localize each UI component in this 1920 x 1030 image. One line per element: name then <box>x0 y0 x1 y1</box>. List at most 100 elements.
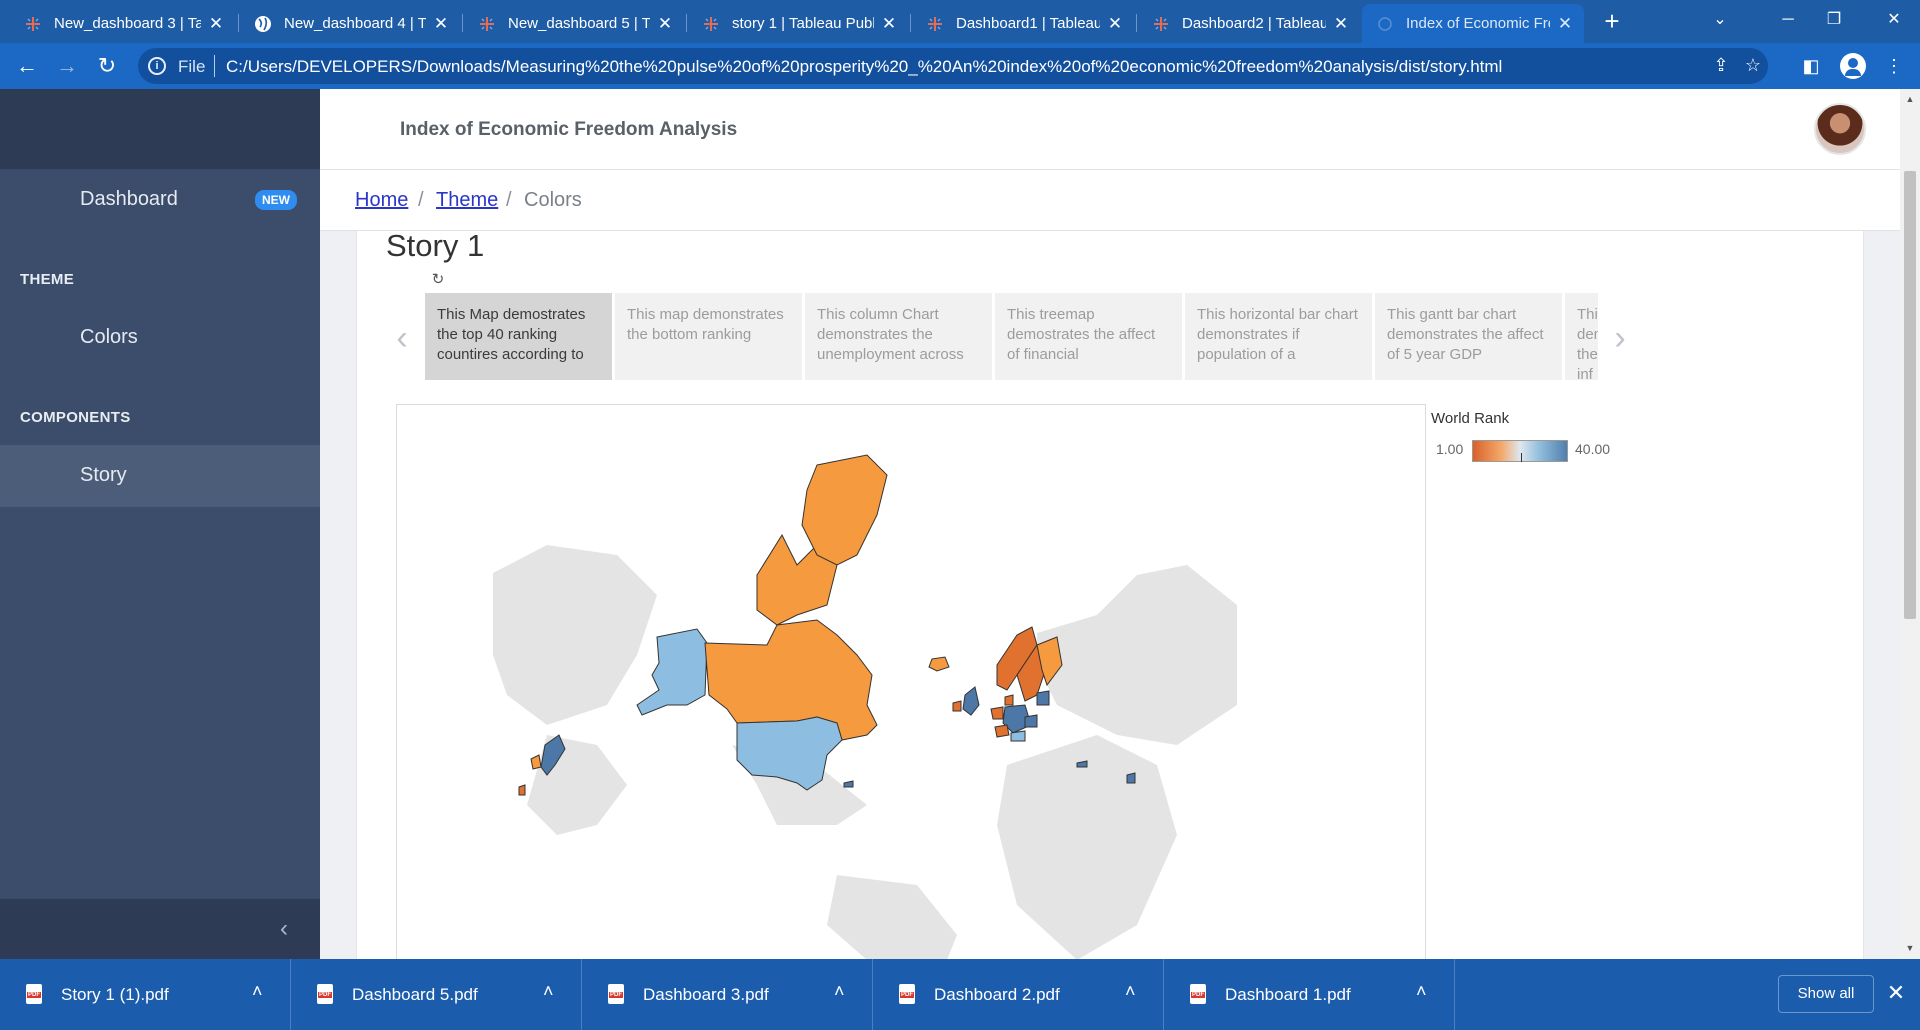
browser-tab[interactable]: Dashboard2 | Tableau ✕ <box>1138 4 1360 43</box>
chevron-up-icon[interactable]: ˄ <box>834 981 845 1002</box>
tableau-icon <box>24 15 42 33</box>
world-rank-map[interactable] <box>396 404 1426 959</box>
revert-icon[interactable]: ↻ <box>430 272 446 288</box>
tableau-icon <box>926 15 944 33</box>
tab-title: New_dashboard 5 | Ta <box>508 15 650 32</box>
breadcrumb: Home / Theme / Colors <box>320 171 1900 231</box>
browser-tab[interactable]: New_dashboard 5 | Ta ✕ <box>464 4 684 43</box>
download-filename: Dashboard 5.pdf <box>352 985 478 1004</box>
download-filename: Dashboard 2.pdf <box>934 985 1060 1004</box>
restore-icon[interactable]: ❐ <box>1804 0 1864 40</box>
story-prev-arrow-icon[interactable]: ‹ <box>390 318 414 358</box>
browser-tab-strip: New_dashboard 3 | Ta ✕ New_dashboard 4 |… <box>0 0 1920 43</box>
close-icon[interactable]: ✕ <box>1884 981 1908 1005</box>
sidebar-brand <box>0 89 320 169</box>
address-bar[interactable]: i File C:/Users/DEVELOPERS/Downloads/Mea… <box>138 48 1768 84</box>
story-point[interactable]: This map demonstrates the bottom ranking <box>615 293 802 380</box>
side-panel-icon[interactable]: ◧ <box>1797 52 1825 80</box>
breadcrumb-separator: / <box>506 189 512 211</box>
collapse-chevron-icon[interactable]: ‹ <box>272 915 296 943</box>
close-icon[interactable]: ✕ <box>207 14 225 34</box>
story-point[interactable]: This column Chart demonstrates the unemp… <box>805 293 992 380</box>
download-item[interactable]: Dashboard 5.pdf ˄ <box>291 959 582 1030</box>
sidebar: Dashboard NEW THEME Colors COMPONENTS St… <box>0 89 320 959</box>
sidebar-item-colors[interactable]: Colors <box>0 307 320 369</box>
map-region-baltics <box>1036 690 1050 706</box>
chevron-up-icon[interactable]: ˄ <box>1125 981 1136 1002</box>
star-icon[interactable]: ☆ <box>1741 55 1765 77</box>
app-title: Index of Economic Freedom Analysis <box>400 119 738 140</box>
address-toolbar: ← → ↻ i File C:/Users/DEVELOPERS/Downloa… <box>0 43 1920 89</box>
browser-tab[interactable]: New_dashboard 3 | Ta ✕ <box>10 4 235 43</box>
share-icon[interactable]: ⇪ <box>1709 55 1733 77</box>
downloads-bar: Story 1 (1).pdf ˄ Dashboard 5.pdf ˄ Dash… <box>0 959 1920 1030</box>
map-region-israel <box>1126 772 1136 784</box>
omnibox-divider <box>214 55 215 77</box>
back-arrow-icon[interactable]: ← <box>12 51 42 81</box>
close-icon[interactable]: ✕ <box>1556 14 1574 34</box>
tab-title: story 1 | Tableau Publi <box>732 15 874 32</box>
browser-tab-active[interactable]: Index of Economic Fre ✕ <box>1362 4 1584 43</box>
map-region-denmark <box>1004 694 1014 706</box>
sidebar-item-story[interactable]: Story <box>0 445 320 507</box>
tab-divider <box>1136 14 1137 32</box>
close-icon[interactable]: ✕ <box>432 14 450 34</box>
browser-tab[interactable]: story 1 | Tableau Publi ✕ <box>688 4 908 43</box>
scroll-thumb[interactable] <box>1904 171 1916 619</box>
download-item[interactable]: Dashboard 3.pdf ˄ <box>582 959 873 1030</box>
map-land-southeast-asia <box>527 735 627 835</box>
breadcrumb-separator: / <box>418 189 424 211</box>
breadcrumb-current: Colors <box>524 189 582 211</box>
info-icon[interactable]: i <box>148 57 166 75</box>
scroll-down-icon[interactable]: ▼ <box>1904 942 1916 954</box>
show-all-button[interactable]: Show all <box>1778 975 1874 1013</box>
breadcrumb-home[interactable]: Home <box>355 189 408 212</box>
sidebar-item-dashboard[interactable]: Dashboard NEW <box>0 169 320 231</box>
close-window-icon[interactable]: ✕ <box>1864 0 1920 40</box>
map-land-africa <box>997 735 1177 959</box>
story-point[interactable]: This gantt bar chart demonstrates the af… <box>1375 293 1562 380</box>
sidebar-heading-components: COMPONENTS <box>20 409 131 426</box>
avatar[interactable] <box>1814 103 1866 155</box>
tab-divider <box>238 14 239 32</box>
page-icon <box>1376 15 1394 33</box>
chevron-up-icon[interactable]: ˄ <box>252 981 263 1002</box>
close-icon[interactable]: ✕ <box>880 14 898 34</box>
close-icon[interactable]: ✕ <box>1106 14 1124 34</box>
map-region-netherlands <box>990 706 1004 720</box>
legend-title: World Rank <box>1431 410 1510 427</box>
story-point[interactable]: This Map demostrates the top 40 ranking … <box>425 293 612 380</box>
download-filename: Dashboard 1.pdf <box>1225 985 1351 1004</box>
page-scrollbar[interactable]: ▲ ▼ <box>1900 89 1920 959</box>
close-icon[interactable]: ✕ <box>656 14 674 34</box>
download-item[interactable]: Story 1 (1).pdf ˄ <box>0 959 291 1030</box>
browser-tab[interactable]: Dashboard1 | Tableau ✕ <box>912 4 1134 43</box>
tableau-icon <box>478 15 496 33</box>
tableau-icon <box>1152 15 1170 33</box>
menu-kebab-icon[interactable]: ⋮ <box>1880 52 1908 80</box>
download-item[interactable]: Dashboard 2.pdf ˄ <box>873 959 1164 1030</box>
breadcrumb-theme[interactable]: Theme <box>436 189 498 212</box>
pdf-file-icon <box>1190 984 1206 1004</box>
chevron-up-icon[interactable]: ˄ <box>1416 981 1427 1002</box>
scroll-up-icon[interactable]: ▲ <box>1904 93 1916 105</box>
story-next-arrow-icon[interactable]: › <box>1608 318 1632 358</box>
story-point[interactable]: This treemap demostrates the affect of f… <box>995 293 1182 380</box>
globe-icon <box>254 15 272 33</box>
legend-min-label: 1.00 <box>1436 441 1464 457</box>
browser-tab[interactable]: New_dashboard 4 | Ta ✕ <box>240 4 460 43</box>
forward-arrow-icon[interactable]: → <box>52 51 82 81</box>
profile-icon[interactable] <box>1840 53 1866 79</box>
chevron-up-icon[interactable]: ˄ <box>543 981 554 1002</box>
tab-divider <box>910 14 911 32</box>
story-point[interactable]: This demonstrates the inf <box>1565 293 1598 380</box>
legend-color-ramp <box>1472 440 1568 462</box>
tab-search-icon[interactable]: ⌄ <box>1690 0 1750 40</box>
reload-icon[interactable]: ↻ <box>92 51 122 81</box>
new-tab-button[interactable]: + <box>1597 4 1627 38</box>
url-text[interactable]: C:/Users/DEVELOPERS/Downloads/Measuring%… <box>226 57 1502 77</box>
tableau-icon <box>702 15 720 33</box>
story-point[interactable]: This horizontal bar chart demonstrates i… <box>1185 293 1372 380</box>
download-item[interactable]: Dashboard 1.pdf ˄ <box>1164 959 1455 1030</box>
close-icon[interactable]: ✕ <box>1332 14 1350 34</box>
